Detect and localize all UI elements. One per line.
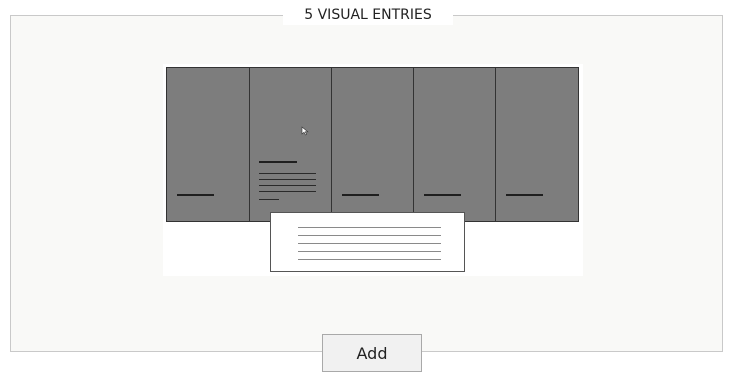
popup-text-line-5 xyxy=(298,259,441,260)
arrow-cursor-icon xyxy=(301,126,309,136)
entry-2-text-line-4 xyxy=(259,191,316,192)
popup-text-line-2 xyxy=(298,235,441,236)
entry-2-text-line-5 xyxy=(259,199,279,200)
entry-4-label-line xyxy=(424,194,461,196)
popup-text-line-1 xyxy=(298,227,441,228)
entry-3-label-line xyxy=(342,194,379,196)
add-button[interactable]: Add xyxy=(322,334,422,372)
entry-detail-popup xyxy=(270,212,465,272)
entry-5-label-line xyxy=(506,194,543,196)
entry-panel-5[interactable] xyxy=(495,67,579,222)
entry-panel-4[interactable] xyxy=(413,67,496,222)
entry-2-title-line xyxy=(259,161,297,163)
entry-panel-2[interactable] xyxy=(249,67,332,222)
entry-panel-3[interactable] xyxy=(331,67,414,222)
entry-panel-1[interactable] xyxy=(166,67,250,222)
popup-text-line-4 xyxy=(298,251,441,252)
group-title: 5 VISUAL ENTRIES xyxy=(283,5,453,25)
entry-2-text-line-2 xyxy=(259,179,316,180)
entry-1-label-line xyxy=(177,194,214,196)
entry-2-text-line-3 xyxy=(259,185,316,186)
popup-text-line-3 xyxy=(298,243,441,244)
entry-2-text-line-1 xyxy=(259,173,316,174)
